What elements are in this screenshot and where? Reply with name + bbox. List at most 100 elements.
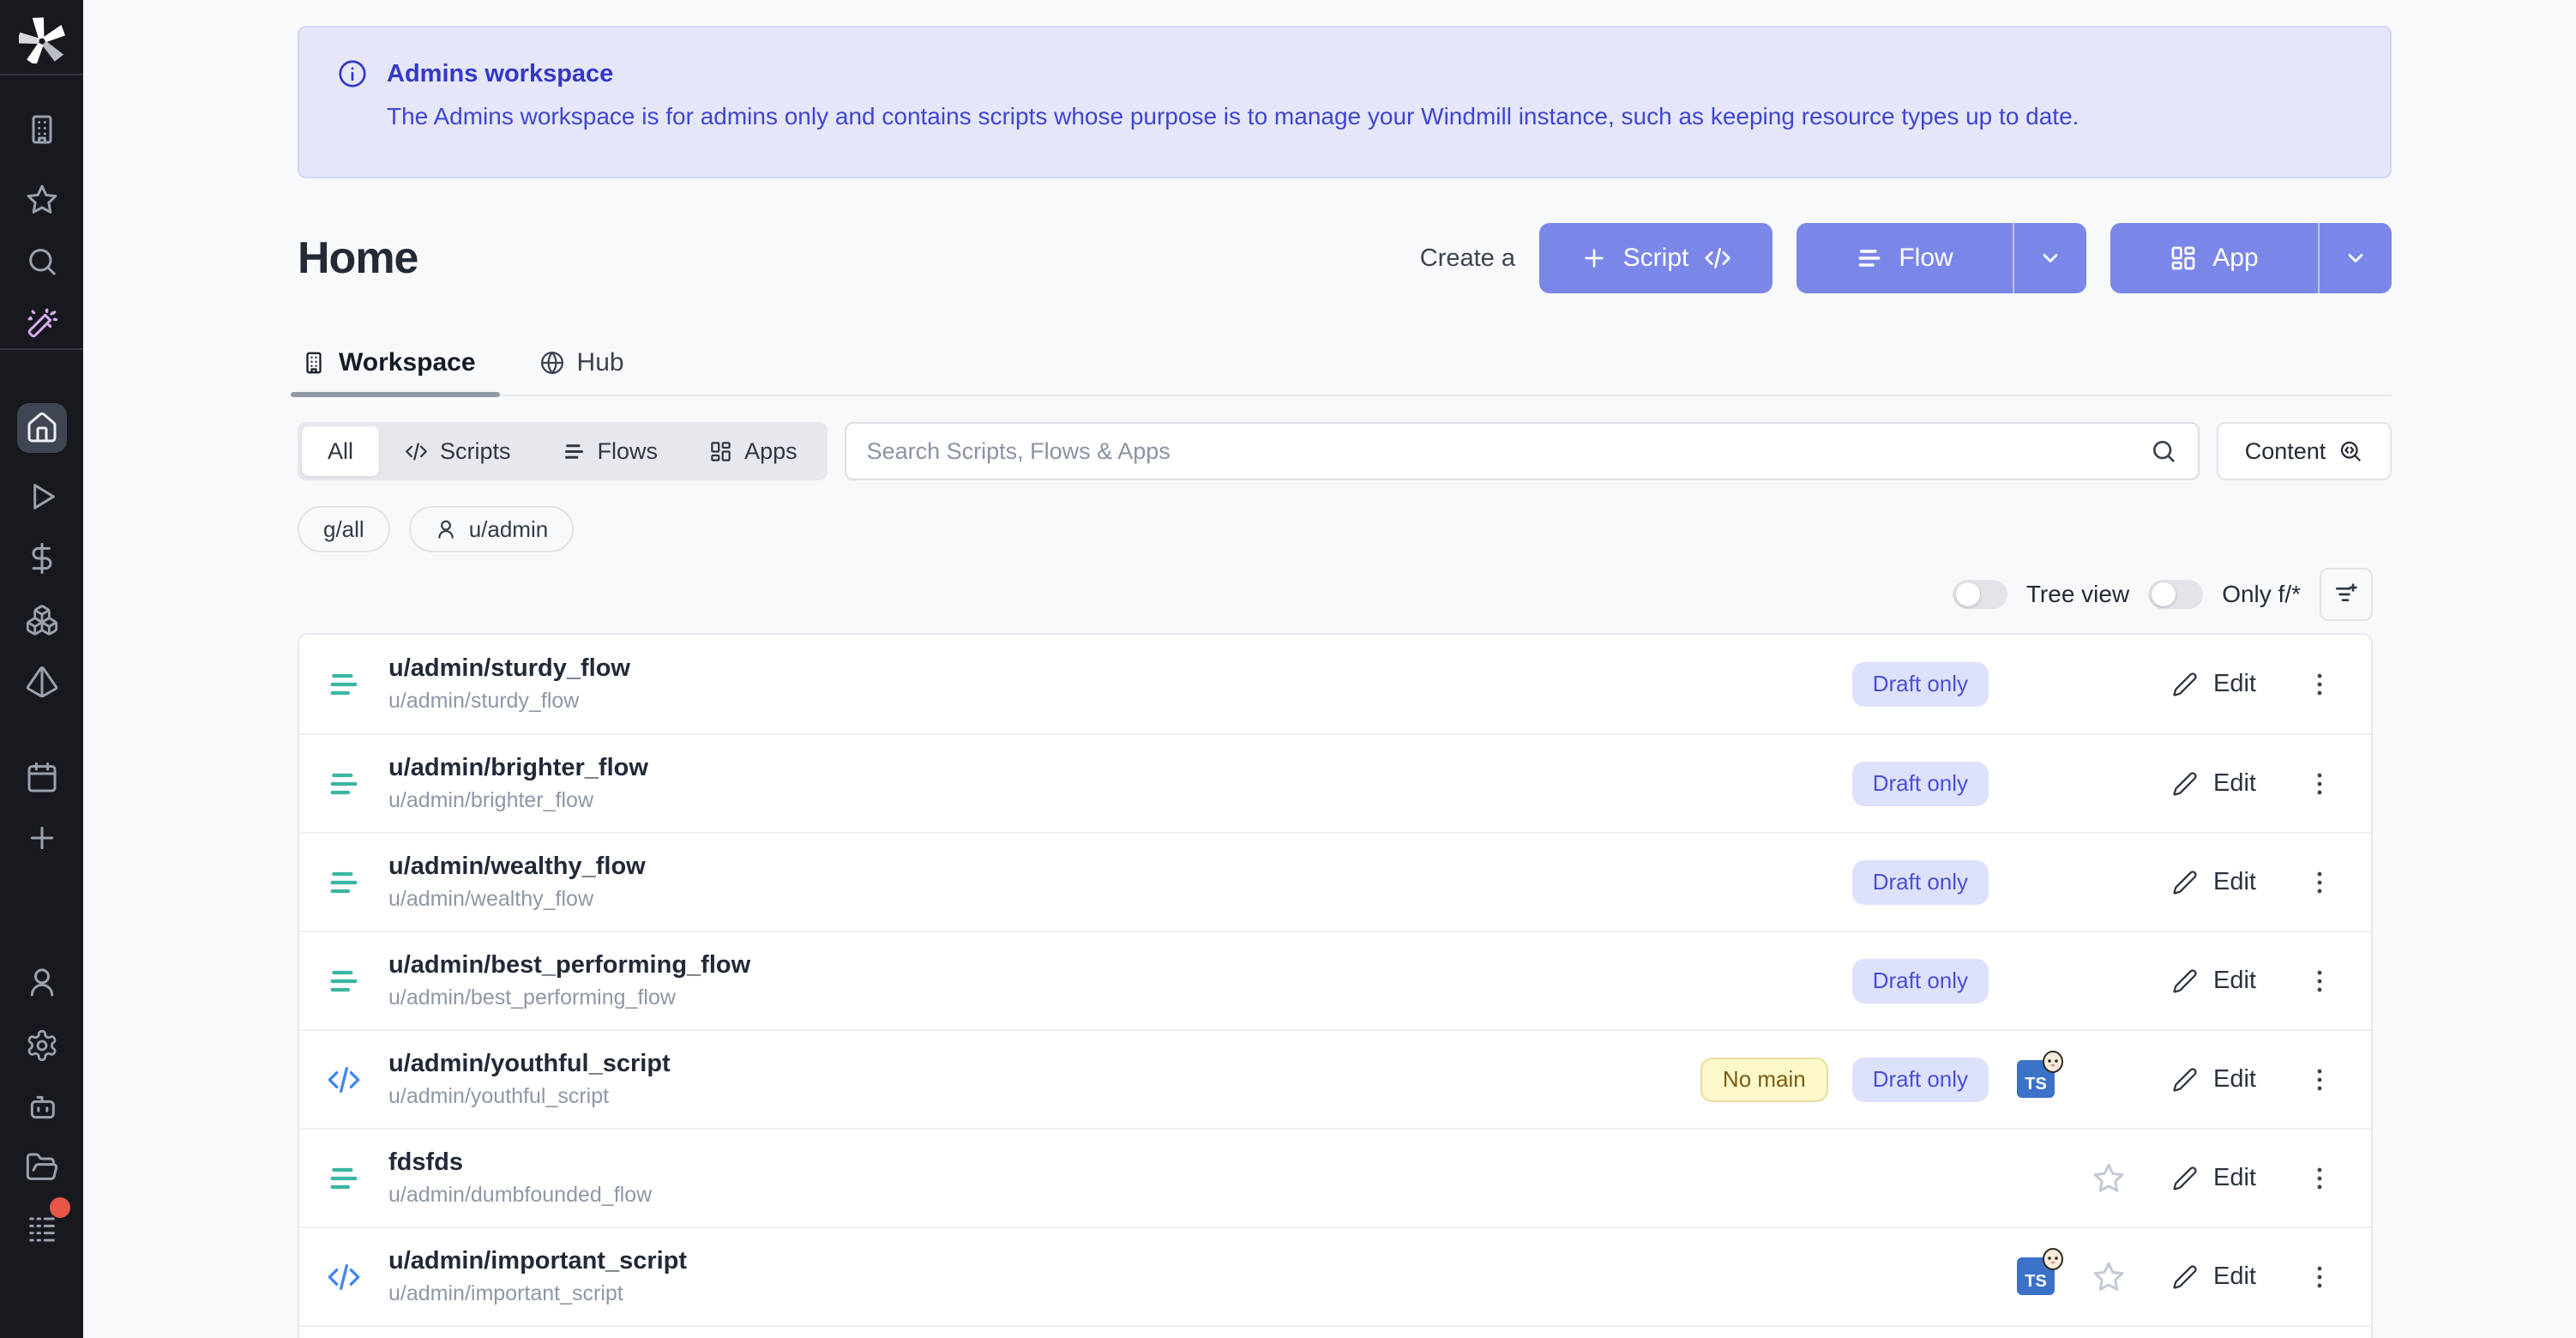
code-icon <box>1704 244 1731 272</box>
pencil-icon <box>2172 1166 2198 1191</box>
resources-boxes-icon[interactable] <box>22 600 62 640</box>
list-item[interactable]: fdsfds u/admin/dumbfounded_flow <box>299 1128 2371 1226</box>
banner-body: The Admins workspace is for admins only … <box>387 103 2352 130</box>
building-icon <box>301 350 327 376</box>
folders-icon[interactable] <box>22 1148 62 1187</box>
list-item[interactable]: u/admin/generous_flow <box>299 1325 2371 1338</box>
notification-dot <box>50 1197 70 1218</box>
list-filter-plus-icon <box>2332 581 2360 608</box>
edit-button[interactable]: Edit <box>2158 758 2270 810</box>
badge-group: No mainDraft only <box>1700 1058 1989 1102</box>
pencil-icon <box>2172 1067 2198 1093</box>
create-buttons: Create a Script Flow <box>1420 223 2392 293</box>
kebab-menu-icon[interactable] <box>2302 868 2337 897</box>
tab-workspace[interactable]: Workspace <box>298 348 479 395</box>
plus-icon <box>1580 244 1608 272</box>
item-title[interactable]: u/admin/brighter_flow <box>388 754 648 782</box>
pencil-icon <box>2172 672 2198 697</box>
edit-button[interactable]: Edit <box>2158 659 2270 710</box>
create-flow-dropdown[interactable] <box>2013 223 2086 293</box>
kebab-menu-icon[interactable] <box>2302 769 2337 799</box>
search-input[interactable] <box>867 438 2150 465</box>
tag-u-admin[interactable]: u/admin <box>409 506 575 552</box>
filter-apps[interactable]: Apps <box>683 426 823 476</box>
tag-filters: g/all u/admin <box>298 506 2392 552</box>
star-icon[interactable] <box>2085 1161 2133 1196</box>
tag-g-all[interactable]: g/all <box>298 506 390 552</box>
kebab-menu-icon[interactable] <box>2302 1164 2337 1193</box>
filter-all[interactable]: All <box>302 426 379 476</box>
search-code-icon <box>2338 438 2363 464</box>
edit-button[interactable]: Edit <box>2158 1153 2270 1204</box>
runs-play-icon[interactable] <box>22 477 62 516</box>
settings-gear-icon[interactable] <box>22 1026 62 1065</box>
star-icon[interactable] <box>2085 1260 2133 1294</box>
workers-bot-icon[interactable] <box>22 1088 62 1127</box>
app-grid-icon <box>709 440 732 463</box>
windmill-logo-icon[interactable] <box>19 17 65 63</box>
list-item[interactable]: u/admin/youthful_script u/admin/youthful… <box>299 1029 2371 1128</box>
flow-icon <box>325 865 363 900</box>
favorites-star-icon[interactable] <box>22 180 62 220</box>
user-icon[interactable] <box>22 962 62 1002</box>
item-title[interactable]: u/admin/best_performing_flow <box>388 951 750 979</box>
ai-wand-icon[interactable] <box>22 304 62 343</box>
workspace-building-icon[interactable] <box>22 110 62 149</box>
item-title[interactable]: fdsfds <box>388 1148 652 1177</box>
edit-button[interactable]: Edit <box>2158 955 2270 1007</box>
filter-scripts[interactable]: Scripts <box>379 426 537 476</box>
list-item[interactable]: u/admin/brighter_flow u/admin/brighter_f… <box>299 733 2371 832</box>
status-badge: Draft only <box>1852 860 1989 905</box>
add-plus-icon[interactable] <box>22 818 62 858</box>
create-flow-button-group: Flow <box>1797 223 2086 293</box>
list-item[interactable]: u/admin/wealthy_flow u/admin/wealthy_flo… <box>299 832 2371 931</box>
variables-dollar-icon[interactable] <box>22 539 62 578</box>
app-grid-icon <box>2170 244 2197 272</box>
create-label: Create a <box>1420 244 1515 273</box>
create-app-dropdown[interactable] <box>2318 223 2392 293</box>
edit-button[interactable]: Edit <box>2158 1251 2270 1303</box>
create-flow-button[interactable]: Flow <box>1797 223 2013 293</box>
tab-hub[interactable]: Hub <box>536 348 628 395</box>
kebab-menu-icon[interactable] <box>2302 1263 2337 1292</box>
triggers-pyramid-icon[interactable] <box>22 662 62 702</box>
sidebar <box>0 0 83 1338</box>
item-title[interactable]: u/admin/youthful_script <box>388 1050 671 1078</box>
create-app-button[interactable]: App <box>2110 223 2318 293</box>
chevron-down-icon <box>2038 246 2062 270</box>
filter-settings-button[interactable] <box>2320 568 2373 621</box>
filter-flows[interactable]: Flows <box>537 426 684 476</box>
content-search-button[interactable]: Content <box>2217 422 2392 480</box>
kebab-menu-icon[interactable] <box>2302 967 2337 996</box>
item-path: u/admin/sturdy_flow <box>388 689 630 714</box>
edit-button[interactable]: Edit <box>2158 857 2270 908</box>
schedules-calendar-icon[interactable] <box>22 758 62 798</box>
edit-button[interactable]: Edit <box>2158 1054 2270 1106</box>
item-path: u/admin/brighter_flow <box>388 788 648 813</box>
flow-bars-icon <box>563 440 586 463</box>
item-title[interactable]: u/admin/sturdy_flow <box>388 654 630 683</box>
search-icon[interactable] <box>2150 437 2177 465</box>
item-title[interactable]: u/admin/wealthy_flow <box>388 853 646 881</box>
search-icon[interactable] <box>22 242 62 281</box>
status-badge: Draft only <box>1852 662 1989 707</box>
only-f-toggle[interactable] <box>2148 580 2203 609</box>
user-icon <box>435 518 457 540</box>
banner-title: Admins workspace <box>387 60 613 88</box>
list-item[interactable]: u/admin/important_script u/admin/importa… <box>299 1226 2371 1325</box>
kebab-menu-icon[interactable] <box>2302 670 2337 699</box>
list-item[interactable]: u/admin/sturdy_flow u/admin/sturdy_flow … <box>299 635 2371 733</box>
kebab-menu-icon[interactable] <box>2302 1065 2337 1094</box>
list-item[interactable]: u/admin/best_performing_flow u/admin/bes… <box>299 931 2371 1029</box>
create-script-button[interactable]: Script <box>1539 223 1773 293</box>
page-title: Home <box>298 232 418 284</box>
admins-workspace-banner: Admins workspace The Admins workspace is… <box>298 26 2392 178</box>
home-icon[interactable] <box>17 403 67 453</box>
badge-group: Draft only <box>1852 959 1989 1003</box>
main-content: Admins workspace The Admins workspace is… <box>83 0 2576 1338</box>
search-bar <box>845 422 2200 480</box>
tree-view-toggle[interactable] <box>1953 580 2007 609</box>
pencil-icon <box>2172 870 2198 895</box>
item-title[interactable]: u/admin/important_script <box>388 1247 687 1275</box>
item-path: u/admin/important_script <box>388 1281 687 1306</box>
